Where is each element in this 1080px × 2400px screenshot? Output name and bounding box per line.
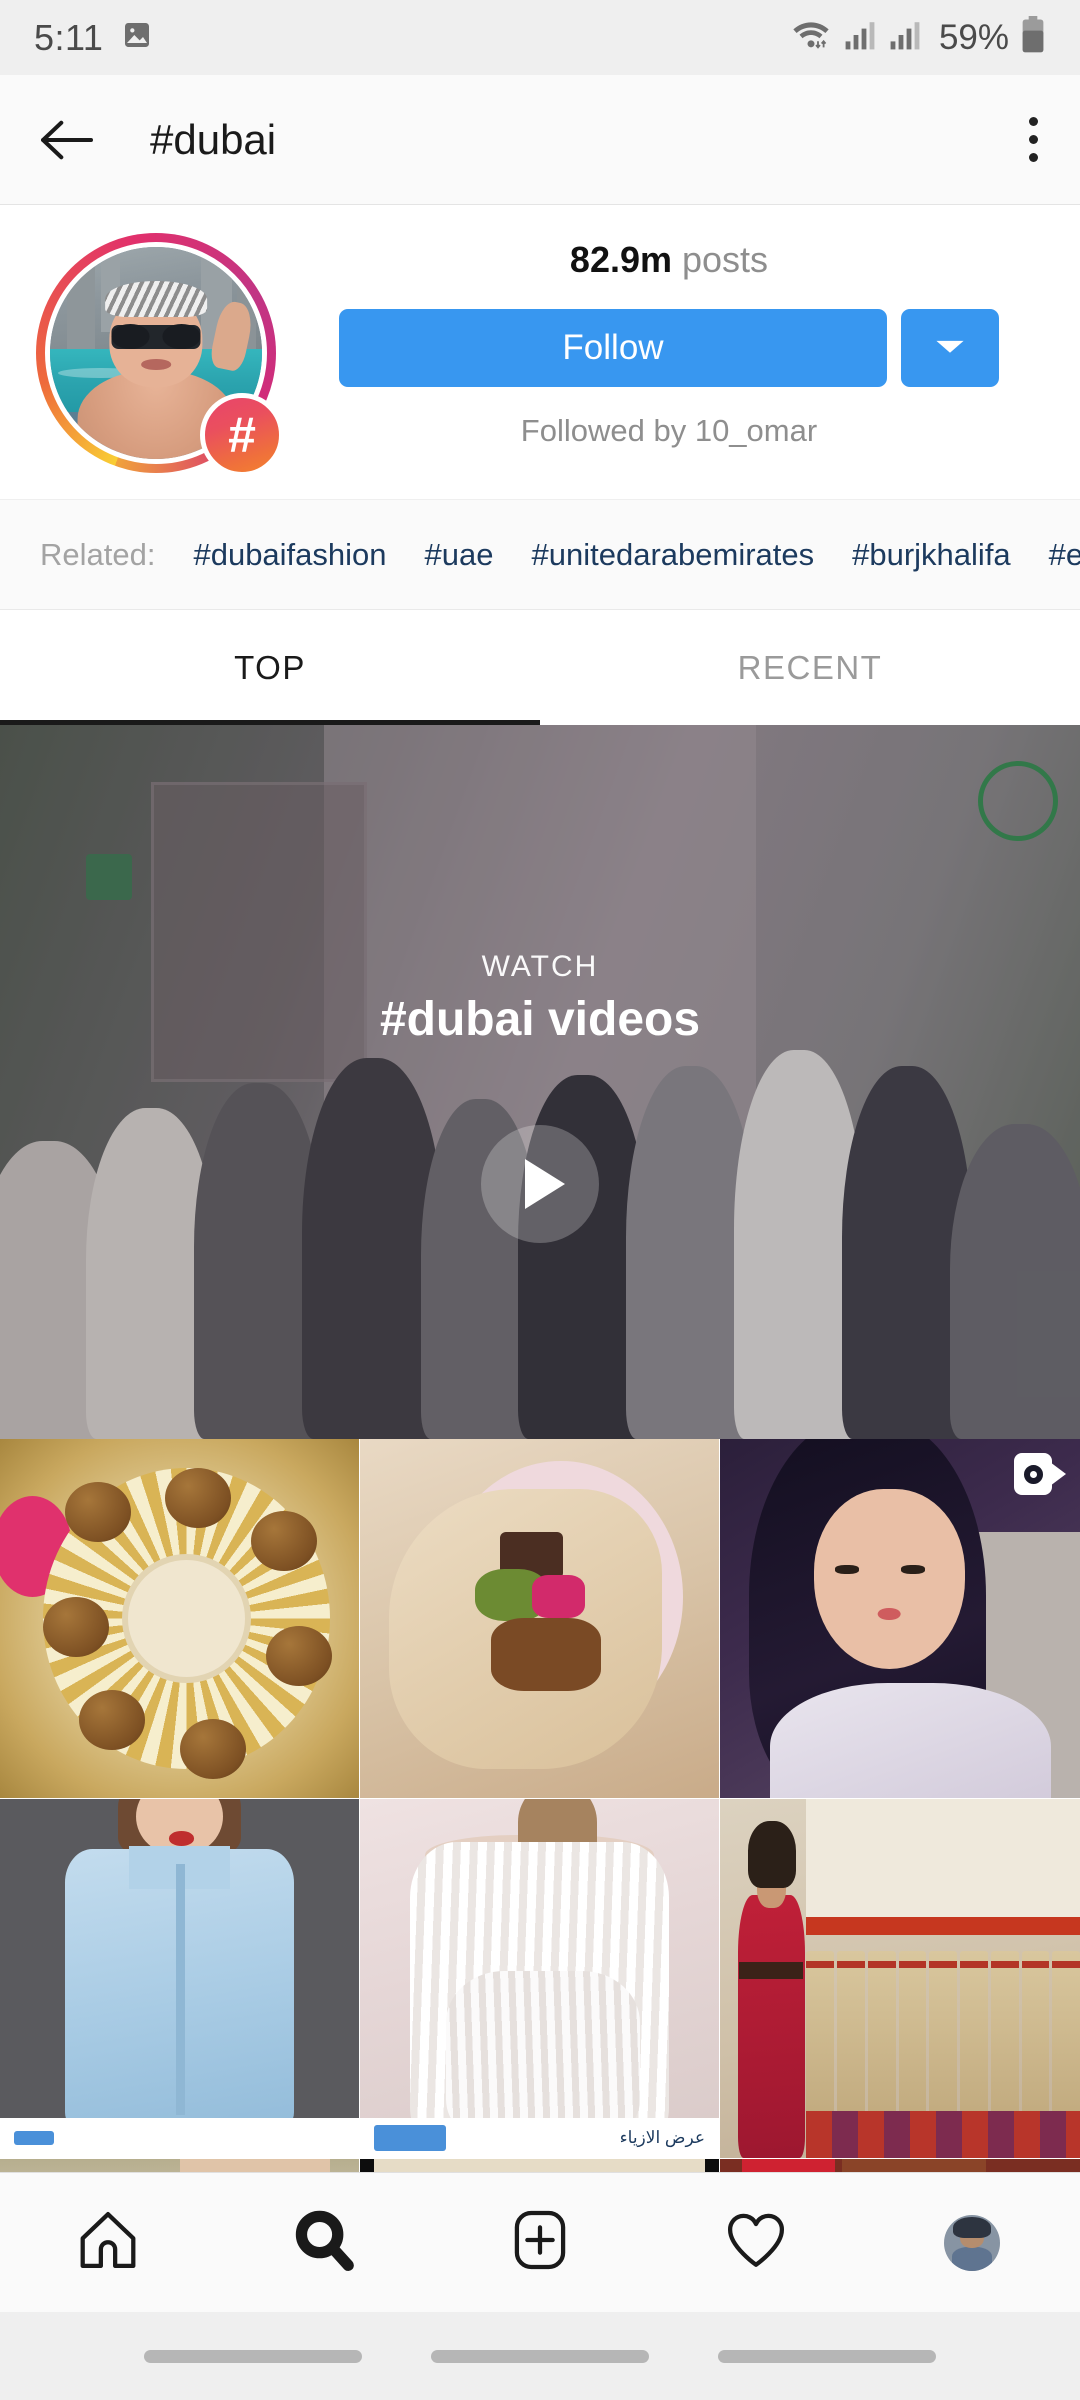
battery-percent: 59% bbox=[938, 17, 1009, 57]
content-tabs: TOP RECENT bbox=[0, 610, 1080, 725]
nav-profile[interactable] bbox=[864, 2214, 1080, 2271]
watch-videos-banner[interactable]: WATCH #dubai videos bbox=[0, 725, 1080, 1439]
status-bar: 5:11 59% bbox=[0, 0, 1080, 75]
hashtag-badge-icon: # bbox=[200, 393, 284, 477]
hashtag-profile-section: # 82.9m posts Follow Followed by 10_omar bbox=[0, 205, 1080, 500]
status-bar-right: 59% bbox=[790, 16, 1046, 59]
follow-dropdown-button[interactable] bbox=[901, 309, 999, 387]
followed-by-text: Followed by 10_omar bbox=[520, 413, 818, 448]
kebab-menu-icon[interactable] bbox=[1029, 117, 1038, 162]
add-post-icon bbox=[507, 2207, 573, 2278]
avatar[interactable]: # bbox=[36, 233, 284, 477]
chevron-down-icon bbox=[933, 335, 967, 362]
related-hashtags-row[interactable]: Related: #dubaifashion #uae #unitedarabe… bbox=[0, 500, 1080, 610]
status-bar-left: 5:11 bbox=[34, 17, 153, 59]
image-icon bbox=[121, 19, 153, 56]
grid-post-white-dress[interactable]: عرض الازياء bbox=[360, 1799, 719, 2158]
bottom-navigation bbox=[0, 2172, 1080, 2312]
grid-post-falafel[interactable] bbox=[0, 1439, 359, 1798]
home-icon bbox=[75, 2207, 141, 2278]
app-header: #dubai bbox=[0, 75, 1080, 205]
nav-search[interactable] bbox=[216, 2207, 432, 2278]
grid-post-woman-portrait[interactable] bbox=[720, 1439, 1080, 1798]
battery-icon bbox=[1020, 16, 1046, 59]
nav-activity[interactable] bbox=[648, 2207, 864, 2278]
ad-strip bbox=[0, 2118, 359, 2158]
follow-button[interactable]: Follow bbox=[339, 309, 887, 387]
back-arrow-icon[interactable] bbox=[30, 102, 106, 178]
tab-recent[interactable]: RECENT bbox=[540, 610, 1080, 725]
grid-post-spice-souk[interactable] bbox=[720, 1799, 1080, 2158]
android-gesture-bar bbox=[0, 2312, 1080, 2400]
related-tag-dubaifashion[interactable]: #dubaifashion bbox=[193, 537, 386, 573]
recents-pill[interactable] bbox=[144, 2349, 363, 2363]
banner-text: WATCH #dubai videos bbox=[0, 950, 1080, 1047]
posts-count-value: 82.9m bbox=[569, 239, 672, 280]
related-label: Related: bbox=[40, 536, 156, 572]
wifi-icon bbox=[790, 18, 832, 57]
search-icon bbox=[291, 2207, 357, 2278]
related-tag-unitedarabemirates[interactable]: #unitedarabemirates bbox=[532, 537, 815, 573]
home-pill[interactable] bbox=[430, 2349, 649, 2363]
profile-avatar-icon bbox=[944, 2214, 1000, 2271]
signal-icon bbox=[843, 19, 877, 56]
related-tag-emirates[interactable]: #emirates bbox=[1049, 537, 1080, 573]
posts-count: 82.9m posts bbox=[570, 239, 768, 281]
video-camera-icon bbox=[1014, 1453, 1066, 1495]
ad-strip: عرض الازياء bbox=[360, 2118, 719, 2158]
nav-add-post[interactable] bbox=[432, 2207, 648, 2278]
heart-icon bbox=[723, 2207, 789, 2278]
posts-count-label: posts bbox=[682, 239, 769, 280]
ad-button[interactable] bbox=[14, 2131, 54, 2145]
nav-home[interactable] bbox=[0, 2207, 216, 2278]
related-tag-uae[interactable]: #uae bbox=[425, 537, 494, 573]
play-icon[interactable] bbox=[481, 1125, 599, 1243]
page-title: #dubai bbox=[150, 115, 277, 163]
status-time: 5:11 bbox=[34, 16, 104, 58]
grid-post-blue-shirt[interactable] bbox=[0, 1799, 359, 2158]
signal-icon bbox=[888, 19, 922, 56]
related-tag-burjkhalifa[interactable]: #burjkhalifa bbox=[852, 537, 1011, 573]
ad-button[interactable] bbox=[374, 2125, 446, 2151]
post-grid: عرض الازياء bbox=[0, 1439, 1080, 2222]
back-pill[interactable] bbox=[717, 2349, 936, 2363]
ad-text: عرض الازياء bbox=[619, 2128, 705, 2147]
profile-details: 82.9m posts Follow Followed by 10_omar bbox=[294, 233, 1044, 449]
profile-actions: Follow bbox=[339, 309, 999, 387]
tab-top[interactable]: TOP bbox=[0, 610, 540, 725]
banner-eyebrow: WATCH bbox=[481, 950, 599, 983]
banner-title: #dubai videos bbox=[379, 993, 701, 1046]
grid-post-shawarma[interactable] bbox=[360, 1439, 719, 1798]
